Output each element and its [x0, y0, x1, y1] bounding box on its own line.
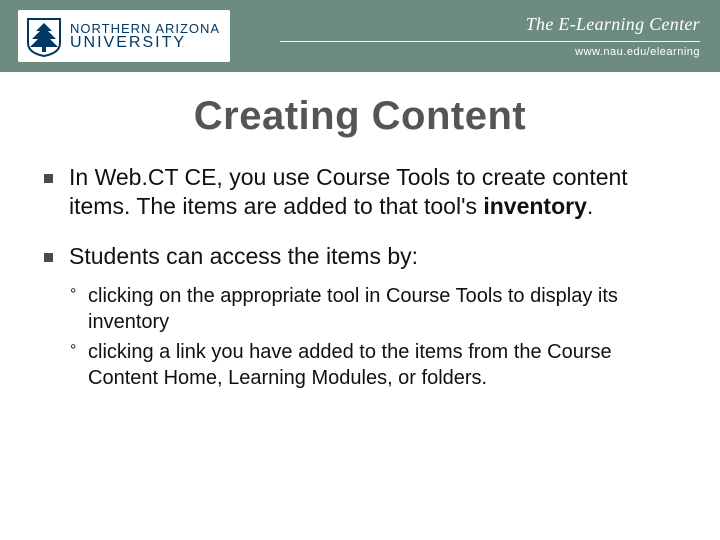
slide-title: Creating Content: [44, 94, 676, 139]
bullet-item: Students can access the items by:: [44, 242, 676, 271]
slide-content: Creating Content In Web.CT CE, you use C…: [0, 72, 720, 391]
bullet-item: In Web.CT CE, you use Course Tools to cr…: [44, 163, 676, 222]
logo-line-2: UNIVERSITY: [70, 35, 220, 52]
square-bullet-icon: [44, 174, 53, 183]
header-divider: [280, 41, 700, 42]
logo-line-1: NORTHERN ARIZONA: [70, 22, 220, 36]
sub-bullet-text: clicking a link you have added to the it…: [88, 339, 676, 391]
bullet-text: In Web.CT CE, you use Course Tools to cr…: [69, 163, 676, 222]
nau-logo-block: NORTHERN ARIZONA UNIVERSITY: [18, 10, 230, 62]
sub-bullet-item: ° clicking on the appropriate tool in Co…: [70, 283, 676, 335]
square-bullet-icon: [44, 253, 53, 262]
sub-bullet-text: clicking on the appropriate tool in Cour…: [88, 283, 676, 335]
bullet-bold: inventory: [483, 193, 587, 219]
header-bar: NORTHERN ARIZONA UNIVERSITY The E-Learni…: [0, 0, 720, 72]
bullet-prefix: Students can access the items by:: [69, 243, 418, 269]
nau-logo-text: NORTHERN ARIZONA UNIVERSITY: [70, 22, 220, 52]
degree-bullet-icon: °: [70, 341, 88, 391]
sub-bullet-list: ° clicking on the appropriate tool in Co…: [70, 283, 676, 391]
header-right: The E-Learning Center www.nau.edu/elearn…: [280, 14, 700, 58]
nau-shield-icon: [26, 17, 62, 57]
header-url: www.nau.edu/elearning: [575, 46, 700, 58]
degree-bullet-icon: °: [70, 285, 88, 335]
center-name: The E-Learning Center: [526, 14, 700, 35]
bullet-text: Students can access the items by:: [69, 242, 676, 271]
bullet-suffix: .: [587, 193, 593, 219]
sub-bullet-item: ° clicking a link you have added to the …: [70, 339, 676, 391]
bullet-list: In Web.CT CE, you use Course Tools to cr…: [44, 163, 676, 271]
